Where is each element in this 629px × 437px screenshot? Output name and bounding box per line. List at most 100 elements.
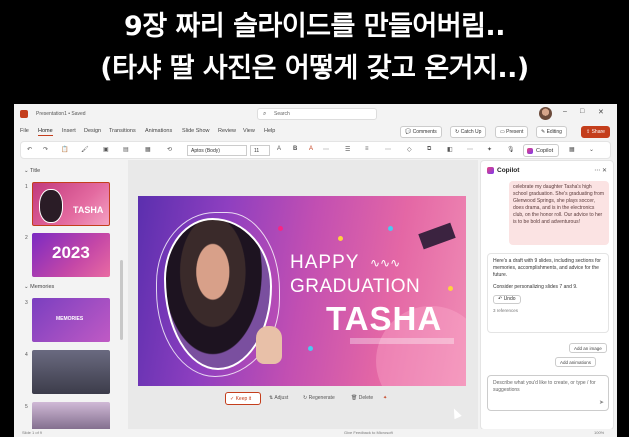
share-button[interactable]: ⇪ Share: [581, 126, 610, 138]
powerpoint-logo-icon: [20, 110, 28, 118]
tab-insert[interactable]: Insert: [62, 128, 76, 134]
reset-icon[interactable]: ⟲: [167, 146, 172, 153]
more-options-icon[interactable]: ⋯: [594, 168, 600, 174]
video-caption: 9장 짜리 슬라이드를 만들어버림.. (타샤 딸 사진은 어떻게 갖고 온거지…: [0, 0, 629, 100]
catch-up-label: Catch Up: [460, 129, 482, 135]
undo-icon[interactable]: ↶: [27, 146, 32, 153]
tab-home[interactable]: Home: [38, 128, 53, 136]
tab-file[interactable]: File: [20, 128, 29, 134]
bold-icon[interactable]: B: [293, 146, 297, 152]
confetti: [388, 226, 393, 231]
search-placeholder: Search: [274, 111, 290, 117]
catch-up-button[interactable]: ↻ Catch Up: [450, 126, 487, 138]
slide-happy-text: HAPPY: [290, 252, 360, 273]
add-animations-chip[interactable]: Add animations: [555, 357, 597, 367]
tab-view[interactable]: View: [243, 128, 255, 134]
status-bar: Slide 1 of 9 Give Feedback to Microsoft …: [14, 429, 617, 437]
tab-help[interactable]: Help: [264, 128, 275, 134]
bullets-icon[interactable]: ☰: [345, 146, 350, 153]
slide-number-1: 1: [25, 184, 28, 190]
minimize-icon[interactable]: –: [563, 108, 567, 115]
font-size-select[interactable]: 11: [250, 145, 270, 156]
editing-button[interactable]: ✎ Editing: [536, 126, 567, 138]
hand-graphic: [256, 326, 282, 364]
copilot-header: Copilot: [487, 167, 519, 174]
grid-icon[interactable]: ▦: [569, 146, 575, 153]
slide-thumbnail-1[interactable]: TASHA: [32, 182, 110, 226]
font-family-select[interactable]: Aptos (Body): [187, 145, 247, 156]
add-image-chip[interactable]: Add an image: [569, 343, 607, 353]
layout-icon[interactable]: ▤: [123, 146, 129, 153]
arrange-icon[interactable]: ⧉: [427, 146, 431, 153]
comments-button[interactable]: 💬 Comments: [400, 126, 442, 138]
dictate-icon[interactable]: 🎙: [507, 146, 515, 153]
slide-thumbnail-3[interactable]: MEMORIES: [32, 298, 110, 342]
tab-design[interactable]: Design: [84, 128, 101, 134]
grow-font-icon[interactable]: A: [277, 146, 281, 152]
format-painter-icon[interactable]: 🖌: [81, 146, 89, 153]
zoom-level[interactable]: 100%: [594, 430, 604, 435]
references-toggle[interactable]: 3 references: [493, 307, 603, 314]
slide-canvas: HAPPY ∿∿∿ GRADUATION TASHA ✓ Keep it ⇅ A…: [128, 160, 478, 437]
fill-icon[interactable]: ◧: [447, 146, 453, 153]
tab-slide-show[interactable]: Slide Show: [182, 128, 210, 134]
section-title[interactable]: ⌄ Title: [24, 168, 40, 174]
tab-animations[interactable]: Animations: [145, 128, 172, 134]
close-icon[interactable]: ✕: [598, 108, 604, 116]
send-icon[interactable]: ➤: [599, 400, 604, 407]
thumb1-title: TASHA: [73, 205, 104, 215]
present-label: Present: [506, 129, 524, 135]
copilot-title: Copilot: [497, 167, 520, 174]
maximize-icon[interactable]: □: [580, 108, 584, 115]
clipboard-icon[interactable]: 📋: [61, 146, 68, 153]
ribbon-toolbar: ↶ ↷ 📋 🖌 ▣ ▤ ▦ ⟲ Aptos (Body) 11 A B A ⋯ …: [20, 141, 611, 159]
tab-transitions[interactable]: Transitions: [109, 128, 136, 134]
confetti: [448, 286, 453, 291]
slide-number-4: 4: [25, 352, 28, 358]
thumb1-photo: [39, 189, 63, 223]
slide-thumbnail-4[interactable]: [32, 350, 110, 394]
copilot-input[interactable]: Describe what you'd like to create, or t…: [487, 375, 609, 411]
slide-number-3: 3: [25, 300, 28, 306]
align-icon[interactable]: ≡: [365, 146, 369, 152]
section-memories[interactable]: ⌄ Memories: [24, 284, 54, 290]
avatar[interactable]: [539, 107, 552, 120]
copilot-ribbon-button[interactable]: Copilot: [523, 144, 559, 157]
slide-tagline-bar: [350, 338, 454, 344]
designer-icon[interactable]: ✦: [487, 146, 492, 153]
copilot-icon: [527, 148, 533, 154]
search-box[interactable]: ⌕ Search: [257, 108, 377, 120]
font-color-icon[interactable]: A: [309, 146, 313, 152]
present-button[interactable]: ▭ Present: [495, 126, 529, 138]
delete-button[interactable]: 🗑 Delete: [347, 392, 377, 405]
regenerate-button[interactable]: ↻ Regenerate: [299, 392, 339, 405]
section-memories-label: Memories: [30, 284, 55, 290]
slide-thumbnail-2[interactable]: 2023: [32, 233, 110, 277]
comments-label: Comments: [412, 129, 437, 135]
copilot-close-icon[interactable]: ✕: [602, 168, 607, 174]
share-label: Share: [591, 129, 605, 135]
slide-name-text: TASHA: [326, 300, 443, 337]
keep-it-button[interactable]: ✓ Keep it: [225, 392, 261, 405]
section-icon[interactable]: ▦: [145, 146, 151, 153]
shapes-icon[interactable]: ◇: [407, 146, 412, 153]
more-drawing-icon[interactable]: ⋯: [467, 146, 473, 153]
tab-review[interactable]: Review: [218, 128, 236, 134]
slides-scrollbar[interactable]: [120, 260, 123, 340]
wave-decoration: ∿∿∿: [370, 256, 401, 270]
copilot-pane: Copilot ⋯ ✕ celebrate my daughter Tasha'…: [480, 160, 614, 430]
more-font-icon[interactable]: ⋯: [323, 146, 329, 153]
new-slide-icon[interactable]: ▣: [103, 146, 109, 153]
document-name[interactable]: Presentation1 • Saved: [36, 111, 86, 117]
adjust-button[interactable]: ⇅ Adjust: [265, 392, 292, 405]
copilot-small-icon[interactable]: ✦: [379, 392, 391, 405]
undo-label: Undo: [503, 296, 516, 302]
redo-icon[interactable]: ↷: [43, 146, 48, 153]
slide-graduation-text: GRADUATION: [290, 276, 421, 297]
more-paragraph-icon[interactable]: ⋯: [385, 146, 391, 153]
undo-button[interactable]: ↶ Undo: [493, 295, 521, 304]
ribbon-more-icon[interactable]: ⌄: [589, 146, 594, 153]
current-slide[interactable]: HAPPY ∿∿∿ GRADUATION TASHA: [138, 196, 466, 386]
feedback-link[interactable]: Give Feedback to Microsoft: [344, 430, 393, 435]
copilot-response: Here's a draft with 9 slides, including …: [487, 253, 609, 333]
